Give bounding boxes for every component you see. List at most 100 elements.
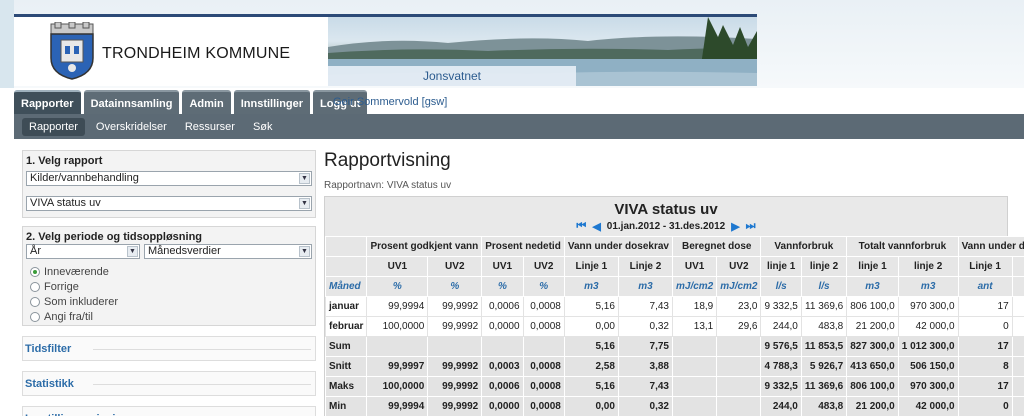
report-group-select[interactable]: Kilder/vannbehandling ▼	[26, 171, 312, 186]
corner-cell	[324, 236, 368, 257]
table-cell: 100,0000	[366, 316, 429, 337]
radio-label: Som inkluderer	[44, 296, 118, 308]
table-cell: 5	[1011, 356, 1024, 377]
radio-icon	[30, 282, 40, 292]
table-cell: 99,9992	[427, 356, 483, 377]
table-cell: 0,32	[617, 396, 673, 416]
table-cell: 483,8	[800, 316, 848, 337]
radio-som-inkluderer[interactable]: Som inkluderer	[30, 296, 312, 308]
header-left-strip	[0, 0, 14, 88]
unit-header: mJ/cm2	[716, 276, 762, 297]
table-cell: 7,43	[617, 296, 673, 317]
row-label: Snitt	[324, 356, 368, 377]
table-cell: 0,0008	[522, 356, 565, 377]
sub-header: Linje 1	[563, 256, 619, 277]
table-cell: 21 200,0	[846, 396, 899, 416]
chevron-down-icon: ▼	[127, 246, 138, 257]
table-cell: 11 369,6	[800, 296, 848, 317]
row-label: februar	[324, 316, 368, 337]
subnav-sok[interactable]: Søk	[246, 118, 280, 136]
table-cell: 5 926,7	[800, 356, 848, 377]
sub-header: linje 2	[897, 256, 959, 277]
table-row: februar 100,0000 99,9992 0,0000 0,0008 0,00 0,…	[324, 316, 1024, 337]
table-cell: 970 300,0	[897, 376, 959, 397]
row-label: Sum	[324, 336, 368, 357]
sub-navigation: Rapporter Overskridelser Ressurser Søk	[14, 114, 1024, 139]
report-value: VIVA status uv	[30, 197, 101, 209]
unit-header: mJ/cm2	[671, 276, 718, 297]
report-select[interactable]: VIVA status uv ▼	[26, 196, 312, 211]
table-cell: 3,88	[617, 356, 673, 377]
row-label: Min	[324, 396, 368, 416]
statistikk-section[interactable]: Statistikk	[22, 371, 316, 396]
tab-innstillinger[interactable]: Innstillinger	[233, 90, 311, 114]
table-cell: 806 100,0	[846, 296, 899, 317]
unit-header: m3	[846, 276, 899, 297]
summary-row: Min 99,9994 99,9992 0,0000 0,0008 0,00 0,32 244…	[324, 396, 1024, 416]
table-cell: 7,43	[617, 376, 673, 397]
table-cell: 13,1	[671, 316, 718, 337]
first-period-icon[interactable]: ⏮	[576, 220, 586, 233]
radio-forrige[interactable]: Forrige	[30, 281, 312, 293]
subnav-ressurser[interactable]: Ressurser	[178, 118, 242, 136]
table-cell: 1	[1011, 396, 1024, 416]
table-cell: 0,0000	[481, 316, 524, 337]
period-select[interactable]: År ▼	[26, 244, 140, 259]
date-navigation: ⏮ ◀ 01.jan.2012 - 31.des.2012 ▶ ⏭	[325, 220, 1007, 233]
table-cell: 99,9992	[427, 376, 483, 397]
table-cell: 9 332,5	[760, 376, 802, 397]
table-cell: 244,0	[760, 316, 802, 337]
group-header: Vann under dosekrav	[957, 236, 1024, 257]
table-cell: 0,0008	[522, 396, 565, 416]
period-selects: År ▼ Månedsverdier ▼	[26, 244, 312, 263]
subnav-rapporter[interactable]: Rapporter	[22, 117, 85, 136]
table-cell: 99,9994	[366, 396, 429, 416]
table-cell: 99,9997	[366, 356, 429, 377]
unit-header: m3	[617, 276, 673, 297]
table-cell: 0,0000	[481, 396, 524, 416]
table-cell: 827 300,0	[846, 336, 899, 357]
period-value: År	[30, 245, 41, 257]
unit-header: m3	[897, 276, 959, 297]
table-cell	[671, 356, 718, 377]
table-cell: 10	[1011, 336, 1024, 357]
tab-admin[interactable]: Admin	[182, 90, 231, 114]
table-cell: 4 788,3	[760, 356, 802, 377]
chevron-down-icon: ▼	[299, 246, 310, 257]
table-cell: 5,16	[563, 296, 619, 317]
table-cell: 17	[957, 296, 1013, 317]
sub-header: UV1	[671, 256, 718, 277]
table-cell: 0,32	[617, 316, 673, 337]
next-period-icon[interactable]: ▶	[731, 220, 739, 233]
table-cell: 0,0008	[522, 316, 565, 337]
radio-label: Angi fra/til	[44, 311, 93, 323]
innstillinger-visning-section[interactable]: Innstillinger visning	[22, 406, 316, 416]
tidsfilter-section[interactable]: Tidsfilter	[22, 336, 316, 361]
table-cell: 5,16	[563, 336, 619, 357]
radio-angi-fra-til[interactable]: Angi fra/til	[30, 311, 312, 323]
sub-header: UV1	[481, 256, 524, 277]
tab-rapporter[interactable]: Rapporter	[14, 90, 81, 114]
subnav-overskridelser[interactable]: Overskridelser	[89, 118, 174, 136]
row-label: januar	[324, 296, 368, 317]
radio-invaerende[interactable]: Inneværende	[30, 266, 312, 278]
previous-period-icon[interactable]: ◀	[592, 220, 600, 233]
resolution-value: Månedsverdier	[148, 245, 221, 257]
report-name: Rapportnavn: VIVA status uv	[324, 180, 452, 191]
trondheim-coat-of-arms-icon	[50, 22, 94, 80]
unit-header: ant	[1011, 276, 1024, 297]
resolution-select[interactable]: Månedsverdier ▼	[144, 244, 312, 259]
radio-label: Inneværende	[44, 266, 109, 278]
tab-datainnsamling[interactable]: Datainnsamling	[83, 90, 180, 114]
logged-in-user: Geir Sommervold [gsw]	[333, 96, 448, 108]
banner-caption: Jonsvatnet	[328, 66, 576, 86]
sub-header: Linje 2	[617, 256, 673, 277]
sub-header: UV2	[522, 256, 565, 277]
unit-header: %	[522, 276, 565, 297]
table-cell: 0,00	[563, 316, 619, 337]
table-cell: 0,0006	[481, 376, 524, 397]
report-group-value: Kilder/vannbehandling	[30, 172, 139, 184]
unit-header: ant	[957, 276, 1013, 297]
table-cell: 99,9994	[366, 296, 429, 317]
last-period-icon[interactable]: ⏭	[746, 220, 756, 233]
